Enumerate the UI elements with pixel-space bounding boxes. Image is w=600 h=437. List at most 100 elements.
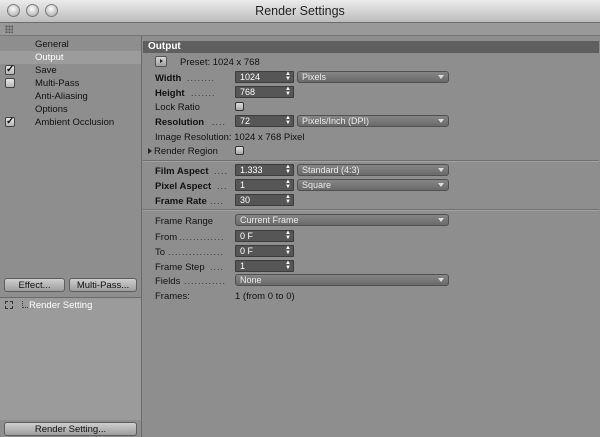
stepper-icon[interactable]: ▲ ▼ bbox=[285, 245, 291, 256]
multi-pass-button[interactable]: Multi-Pass... bbox=[69, 278, 137, 292]
stepper-icon[interactable]: ▲ ▼ bbox=[285, 164, 291, 175]
from-value: 0 F bbox=[240, 231, 254, 241]
sidebar-item-anti-aliasing[interactable]: Anti-Aliasing bbox=[0, 90, 141, 103]
render-region-checkbox[interactable] bbox=[235, 146, 244, 155]
resolution-unit-dropdown[interactable]: Pixels/Inch (DPI) bbox=[297, 115, 449, 127]
chevron-down-icon bbox=[438, 168, 444, 172]
sidebar-item-options[interactable]: Options bbox=[0, 103, 141, 116]
render-setting-button[interactable]: Render Setting... bbox=[4, 422, 137, 436]
frame-range-label: Frame Range bbox=[155, 216, 214, 227]
sidebar-item-save[interactable]: Save bbox=[0, 63, 141, 77]
pixel-aspect-value: 1 bbox=[240, 180, 246, 190]
leader-dots: .... bbox=[210, 262, 225, 272]
preset-label: Preset: 1024 x 768 bbox=[180, 57, 260, 68]
section-header-output: Output bbox=[143, 41, 599, 53]
resolution-unit-value: Pixels/Inch (DPI) bbox=[302, 116, 370, 126]
chevron-down-icon bbox=[438, 278, 444, 282]
divider bbox=[143, 209, 599, 211]
film-aspect-value: 1.333 bbox=[240, 165, 263, 175]
pixel-aspect-label: Pixel Aspect bbox=[155, 181, 212, 192]
grip-icon[interactable] bbox=[5, 25, 13, 33]
sidebar-item-label: Anti-Aliasing bbox=[35, 91, 88, 102]
multi-pass-enable-checkbox[interactable] bbox=[5, 78, 15, 88]
pixel-aspect-dropdown[interactable]: Square bbox=[297, 179, 449, 191]
pixel-aspect-preset: Square bbox=[302, 180, 332, 190]
tree-connector bbox=[22, 301, 28, 308]
ambient-occlusion-enable-checkbox[interactable] bbox=[5, 115, 15, 128]
height-value: 768 bbox=[240, 87, 256, 97]
divider bbox=[143, 160, 599, 162]
sidebar: General Output Save Multi-Pass Anti-Alia… bbox=[0, 36, 142, 437]
to-value: 0 F bbox=[240, 246, 254, 256]
preset-play-button[interactable] bbox=[155, 56, 167, 67]
width-unit-value: Pixels bbox=[302, 72, 327, 82]
stepper-icon[interactable]: ▲ ▼ bbox=[285, 230, 291, 241]
leader-dots: ... bbox=[217, 181, 228, 191]
chevron-down-icon bbox=[438, 183, 444, 187]
sidebar-item-multi-pass[interactable]: Multi-Pass bbox=[0, 77, 141, 90]
film-aspect-dropdown[interactable]: Standard (4:3) bbox=[297, 164, 449, 176]
frame-step-value: 1 bbox=[240, 261, 246, 271]
sidebar-item-label: Ambient Occlusion bbox=[35, 117, 115, 128]
render-region-label: Render Region bbox=[154, 146, 218, 157]
width-value: 1024 bbox=[240, 72, 261, 82]
sidebar-item-label: General bbox=[35, 39, 69, 50]
toolbar-strip bbox=[0, 23, 600, 36]
stepper-icon[interactable]: ▲ ▼ bbox=[285, 86, 291, 97]
frame-rate-value: 30 bbox=[240, 195, 251, 205]
film-aspect-preset: Standard (4:3) bbox=[302, 165, 360, 175]
sidebar-item-label: Options bbox=[35, 104, 68, 115]
stepper-icon[interactable]: ▲ ▼ bbox=[285, 194, 291, 205]
disclosure-triangle-icon[interactable] bbox=[148, 148, 152, 154]
resolution-label: Resolution bbox=[155, 117, 205, 128]
leader-dots: ................ bbox=[168, 247, 225, 257]
pixel-aspect-field[interactable]: 1 ▲ ▼ bbox=[235, 179, 294, 191]
sidebar-item-label: Multi-Pass bbox=[35, 78, 80, 89]
effect-button[interactable]: Effect... bbox=[4, 278, 65, 292]
title-bar[interactable]: Render Settings bbox=[0, 0, 600, 23]
fields-label: Fields bbox=[155, 276, 181, 287]
height-field[interactable]: 768 ▲ ▼ bbox=[235, 86, 294, 98]
image-resolution-text: Image Resolution: 1024 x 768 Pixel bbox=[155, 132, 305, 143]
render-setting-tree: Render Setting bbox=[0, 297, 141, 420]
stepper-icon[interactable]: ▲ ▼ bbox=[285, 179, 291, 190]
resolution-value: 72 bbox=[240, 116, 251, 126]
width-unit-dropdown[interactable]: Pixels bbox=[297, 71, 449, 83]
frame-rate-label: Frame Rate bbox=[155, 196, 207, 207]
leader-dots: ............. bbox=[179, 232, 225, 242]
frames-label: Frames: bbox=[155, 291, 190, 302]
sidebar-item-output[interactable]: Output bbox=[0, 51, 141, 64]
from-field[interactable]: 0 F ▲ ▼ bbox=[235, 230, 294, 242]
leader-dots: ....... bbox=[191, 88, 216, 98]
save-enable-checkbox[interactable] bbox=[5, 63, 15, 76]
render-setting-icon bbox=[5, 301, 13, 309]
render-settings-window: Render Settings General Output Save Mult… bbox=[0, 0, 600, 437]
to-label: To bbox=[155, 247, 166, 258]
width-field[interactable]: 1024 ▲ ▼ bbox=[235, 71, 294, 83]
stepper-icon[interactable]: ▲ ▼ bbox=[285, 260, 291, 271]
film-aspect-field[interactable]: 1.333 ▲ ▼ bbox=[235, 164, 294, 176]
chevron-down-icon bbox=[438, 75, 444, 79]
frame-range-dropdown[interactable]: Current Frame bbox=[235, 214, 449, 226]
leader-dots: ............ bbox=[184, 276, 227, 286]
stepper-icon[interactable]: ▲ ▼ bbox=[285, 71, 291, 82]
lock-ratio-checkbox[interactable] bbox=[235, 102, 244, 111]
to-field[interactable]: 0 F ▲ ▼ bbox=[235, 245, 294, 257]
stepper-icon[interactable]: ▲ ▼ bbox=[285, 115, 291, 126]
sidebar-item-label: Output bbox=[35, 52, 64, 63]
lock-ratio-label: Lock Ratio bbox=[155, 102, 200, 113]
fields-value: None bbox=[240, 275, 262, 285]
frame-step-field[interactable]: 1 ▲ ▼ bbox=[235, 260, 294, 272]
fields-dropdown[interactable]: None bbox=[235, 274, 449, 286]
resolution-field[interactable]: 72 ▲ ▼ bbox=[235, 115, 294, 127]
frame-rate-field[interactable]: 30 ▲ ▼ bbox=[235, 194, 294, 206]
leader-dots: .... bbox=[214, 166, 229, 176]
tree-item-render-setting[interactable]: Render Setting bbox=[29, 300, 92, 311]
sidebar-item-general[interactable]: General bbox=[0, 38, 141, 51]
film-aspect-label: Film Aspect bbox=[155, 166, 209, 177]
output-panel: Output Preset: 1024 x 768 Width ........… bbox=[142, 36, 600, 437]
leader-dots: .... bbox=[212, 117, 227, 127]
width-label: Width bbox=[155, 73, 182, 84]
sidebar-item-ambient-occlusion[interactable]: Ambient Occlusion bbox=[0, 115, 141, 129]
frames-value: 1 (from 0 to 0) bbox=[235, 291, 295, 302]
